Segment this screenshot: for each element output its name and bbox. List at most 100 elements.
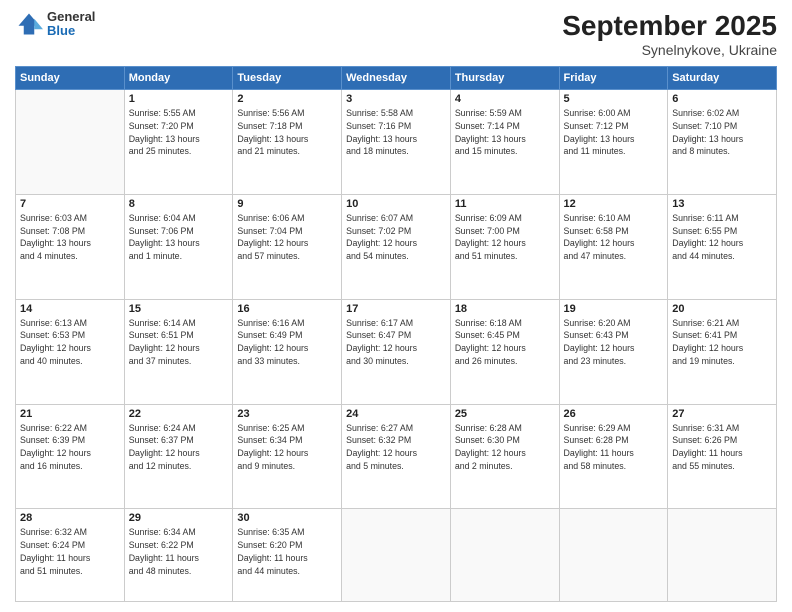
day-info: Sunrise: 6:20 AM Sunset: 6:43 PM Dayligh… — [564, 317, 664, 368]
calendar-cell: 29 Sunrise: 6:34 AM Sunset: 6:22 PM Dayli… — [124, 509, 233, 602]
calendar-cell: 18 Sunrise: 6:18 AM Sunset: 6:45 PM Dayli… — [450, 299, 559, 404]
day-info: Sunrise: 6:14 AM Sunset: 6:51 PM Dayligh… — [129, 317, 229, 368]
day-info: Sunrise: 6:27 AM Sunset: 6:32 PM Dayligh… — [346, 422, 446, 473]
header-wednesday: Wednesday — [342, 67, 451, 90]
day-info: Sunrise: 6:03 AM Sunset: 7:08 PM Dayligh… — [20, 212, 120, 263]
day-info: Sunrise: 6:35 AM Sunset: 6:20 PM Dayligh… — [237, 526, 337, 577]
calendar-cell: 20 Sunrise: 6:21 AM Sunset: 6:41 PM Dayli… — [668, 299, 777, 404]
day-number: 30 — [237, 512, 337, 524]
day-number: 25 — [455, 408, 555, 420]
day-info: Sunrise: 5:58 AM Sunset: 7:16 PM Dayligh… — [346, 107, 446, 158]
day-info: Sunrise: 6:07 AM Sunset: 7:02 PM Dayligh… — [346, 212, 446, 263]
calendar-cell — [16, 90, 125, 195]
day-number: 28 — [20, 512, 120, 524]
day-info: Sunrise: 6:10 AM Sunset: 6:58 PM Dayligh… — [564, 212, 664, 263]
day-info: Sunrise: 6:00 AM Sunset: 7:12 PM Dayligh… — [564, 107, 664, 158]
location-subtitle: Synelnykove, Ukraine — [562, 42, 777, 58]
logo: General Blue — [15, 10, 95, 39]
calendar-cell: 3 Sunrise: 5:58 AM Sunset: 7:16 PM Daylig… — [342, 90, 451, 195]
day-number: 26 — [564, 408, 664, 420]
day-number: 5 — [564, 93, 664, 105]
month-title: September 2025 — [562, 10, 777, 42]
day-info: Sunrise: 6:06 AM Sunset: 7:04 PM Dayligh… — [237, 212, 337, 263]
day-info: Sunrise: 6:18 AM Sunset: 6:45 PM Dayligh… — [455, 317, 555, 368]
calendar-cell: 2Sunrise: 5:56 AM Sunset: 7:18 PM Daylig… — [233, 90, 342, 195]
calendar-cell: 16 Sunrise: 6:16 AM Sunset: 6:49 PM Dayli… — [233, 299, 342, 404]
calendar-table: Sunday Monday Tuesday Wednesday Thursday… — [15, 66, 777, 602]
day-info: Sunrise: 6:17 AM Sunset: 6:47 PM Dayligh… — [346, 317, 446, 368]
day-number: 10 — [346, 198, 446, 210]
week-row-5: 28 Sunrise: 6:32 AM Sunset: 6:24 PM Dayli… — [16, 509, 777, 602]
day-number: 20 — [672, 303, 772, 315]
logo-blue-text: Blue — [47, 24, 95, 38]
calendar-cell: 24 Sunrise: 6:27 AM Sunset: 6:32 PM Dayli… — [342, 404, 451, 509]
header: General Blue September 2025 Synelnykove,… — [15, 10, 777, 58]
calendar-cell: 6 Sunrise: 6:02 AM Sunset: 7:10 PM Daylig… — [668, 90, 777, 195]
calendar-cell: 10 Sunrise: 6:07 AM Sunset: 7:02 PM Dayli… — [342, 194, 451, 299]
logo-text: General Blue — [47, 10, 95, 39]
calendar-cell: 25 Sunrise: 6:28 AM Sunset: 6:30 PM Dayli… — [450, 404, 559, 509]
calendar-cell: 15 Sunrise: 6:14 AM Sunset: 6:51 PM Dayli… — [124, 299, 233, 404]
day-info: Sunrise: 6:16 AM Sunset: 6:49 PM Dayligh… — [237, 317, 337, 368]
day-number: 13 — [672, 198, 772, 210]
day-number: 21 — [20, 408, 120, 420]
calendar-cell: 8Sunrise: 6:04 AM Sunset: 7:06 PM Daylig… — [124, 194, 233, 299]
day-number: 23 — [237, 408, 337, 420]
day-number: 12 — [564, 198, 664, 210]
day-info: Sunrise: 6:21 AM Sunset: 6:41 PM Dayligh… — [672, 317, 772, 368]
day-number: 16 — [237, 303, 337, 315]
day-number: 4 — [455, 93, 555, 105]
day-number: 19 — [564, 303, 664, 315]
day-info: Sunrise: 5:55 AM Sunset: 7:20 PM Dayligh… — [129, 107, 229, 158]
calendar-cell: 28 Sunrise: 6:32 AM Sunset: 6:24 PM Dayli… — [16, 509, 125, 602]
day-number: 18 — [455, 303, 555, 315]
header-saturday: Saturday — [668, 67, 777, 90]
header-thursday: Thursday — [450, 67, 559, 90]
calendar-cell — [342, 509, 451, 602]
day-number: 24 — [346, 408, 446, 420]
day-number: 15 — [129, 303, 229, 315]
day-info: Sunrise: 6:31 AM Sunset: 6:26 PM Dayligh… — [672, 422, 772, 473]
calendar-cell: 1Sunrise: 5:55 AM Sunset: 7:20 PM Daylig… — [124, 90, 233, 195]
calendar-cell: 23 Sunrise: 6:25 AM Sunset: 6:34 PM Dayli… — [233, 404, 342, 509]
week-row-3: 14Sunrise: 6:13 AM Sunset: 6:53 PM Dayli… — [16, 299, 777, 404]
header-tuesday: Tuesday — [233, 67, 342, 90]
day-info: Sunrise: 6:22 AM Sunset: 6:39 PM Dayligh… — [20, 422, 120, 473]
day-number: 3 — [346, 93, 446, 105]
calendar-cell — [559, 509, 668, 602]
calendar-cell: 7 Sunrise: 6:03 AM Sunset: 7:08 PM Daylig… — [16, 194, 125, 299]
day-info: Sunrise: 6:09 AM Sunset: 7:00 PM Dayligh… — [455, 212, 555, 263]
calendar-cell: 26 Sunrise: 6:29 AM Sunset: 6:28 PM Dayli… — [559, 404, 668, 509]
day-number: 6 — [672, 93, 772, 105]
header-friday: Friday — [559, 67, 668, 90]
calendar-cell: 17Sunrise: 6:17 AM Sunset: 6:47 PM Dayli… — [342, 299, 451, 404]
day-info: Sunrise: 5:56 AM Sunset: 7:18 PM Dayligh… — [237, 107, 337, 158]
calendar-cell: 27Sunrise: 6:31 AM Sunset: 6:26 PM Dayli… — [668, 404, 777, 509]
day-number: 9 — [237, 198, 337, 210]
day-info: Sunrise: 6:02 AM Sunset: 7:10 PM Dayligh… — [672, 107, 772, 158]
day-info: Sunrise: 6:28 AM Sunset: 6:30 PM Dayligh… — [455, 422, 555, 473]
day-info: Sunrise: 6:11 AM Sunset: 6:55 PM Dayligh… — [672, 212, 772, 263]
day-number: 29 — [129, 512, 229, 524]
calendar-cell: 19 Sunrise: 6:20 AM Sunset: 6:43 PM Dayli… — [559, 299, 668, 404]
day-number: 22 — [129, 408, 229, 420]
day-info: Sunrise: 6:04 AM Sunset: 7:06 PM Dayligh… — [129, 212, 229, 263]
calendar-cell — [450, 509, 559, 602]
day-info: Sunrise: 5:59 AM Sunset: 7:14 PM Dayligh… — [455, 107, 555, 158]
week-row-4: 21 Sunrise: 6:22 AM Sunset: 6:39 PM Dayli… — [16, 404, 777, 509]
calendar-cell: 22Sunrise: 6:24 AM Sunset: 6:37 PM Dayli… — [124, 404, 233, 509]
page: General Blue September 2025 Synelnykove,… — [0, 0, 792, 612]
calendar-cell: 4 Sunrise: 5:59 AM Sunset: 7:14 PM Daylig… — [450, 90, 559, 195]
day-number: 7 — [20, 198, 120, 210]
day-info: Sunrise: 6:32 AM Sunset: 6:24 PM Dayligh… — [20, 526, 120, 577]
calendar-cell: 14Sunrise: 6:13 AM Sunset: 6:53 PM Dayli… — [16, 299, 125, 404]
calendar-cell — [668, 509, 777, 602]
calendar-cell: 12 Sunrise: 6:10 AM Sunset: 6:58 PM Dayli… — [559, 194, 668, 299]
day-info: Sunrise: 6:34 AM Sunset: 6:22 PM Dayligh… — [129, 526, 229, 577]
week-row-1: 1Sunrise: 5:55 AM Sunset: 7:20 PM Daylig… — [16, 90, 777, 195]
day-info: Sunrise: 6:29 AM Sunset: 6:28 PM Dayligh… — [564, 422, 664, 473]
day-info: Sunrise: 6:13 AM Sunset: 6:53 PM Dayligh… — [20, 317, 120, 368]
day-info: Sunrise: 6:25 AM Sunset: 6:34 PM Dayligh… — [237, 422, 337, 473]
calendar-cell: 5 Sunrise: 6:00 AM Sunset: 7:12 PM Daylig… — [559, 90, 668, 195]
week-row-2: 7 Sunrise: 6:03 AM Sunset: 7:08 PM Daylig… — [16, 194, 777, 299]
